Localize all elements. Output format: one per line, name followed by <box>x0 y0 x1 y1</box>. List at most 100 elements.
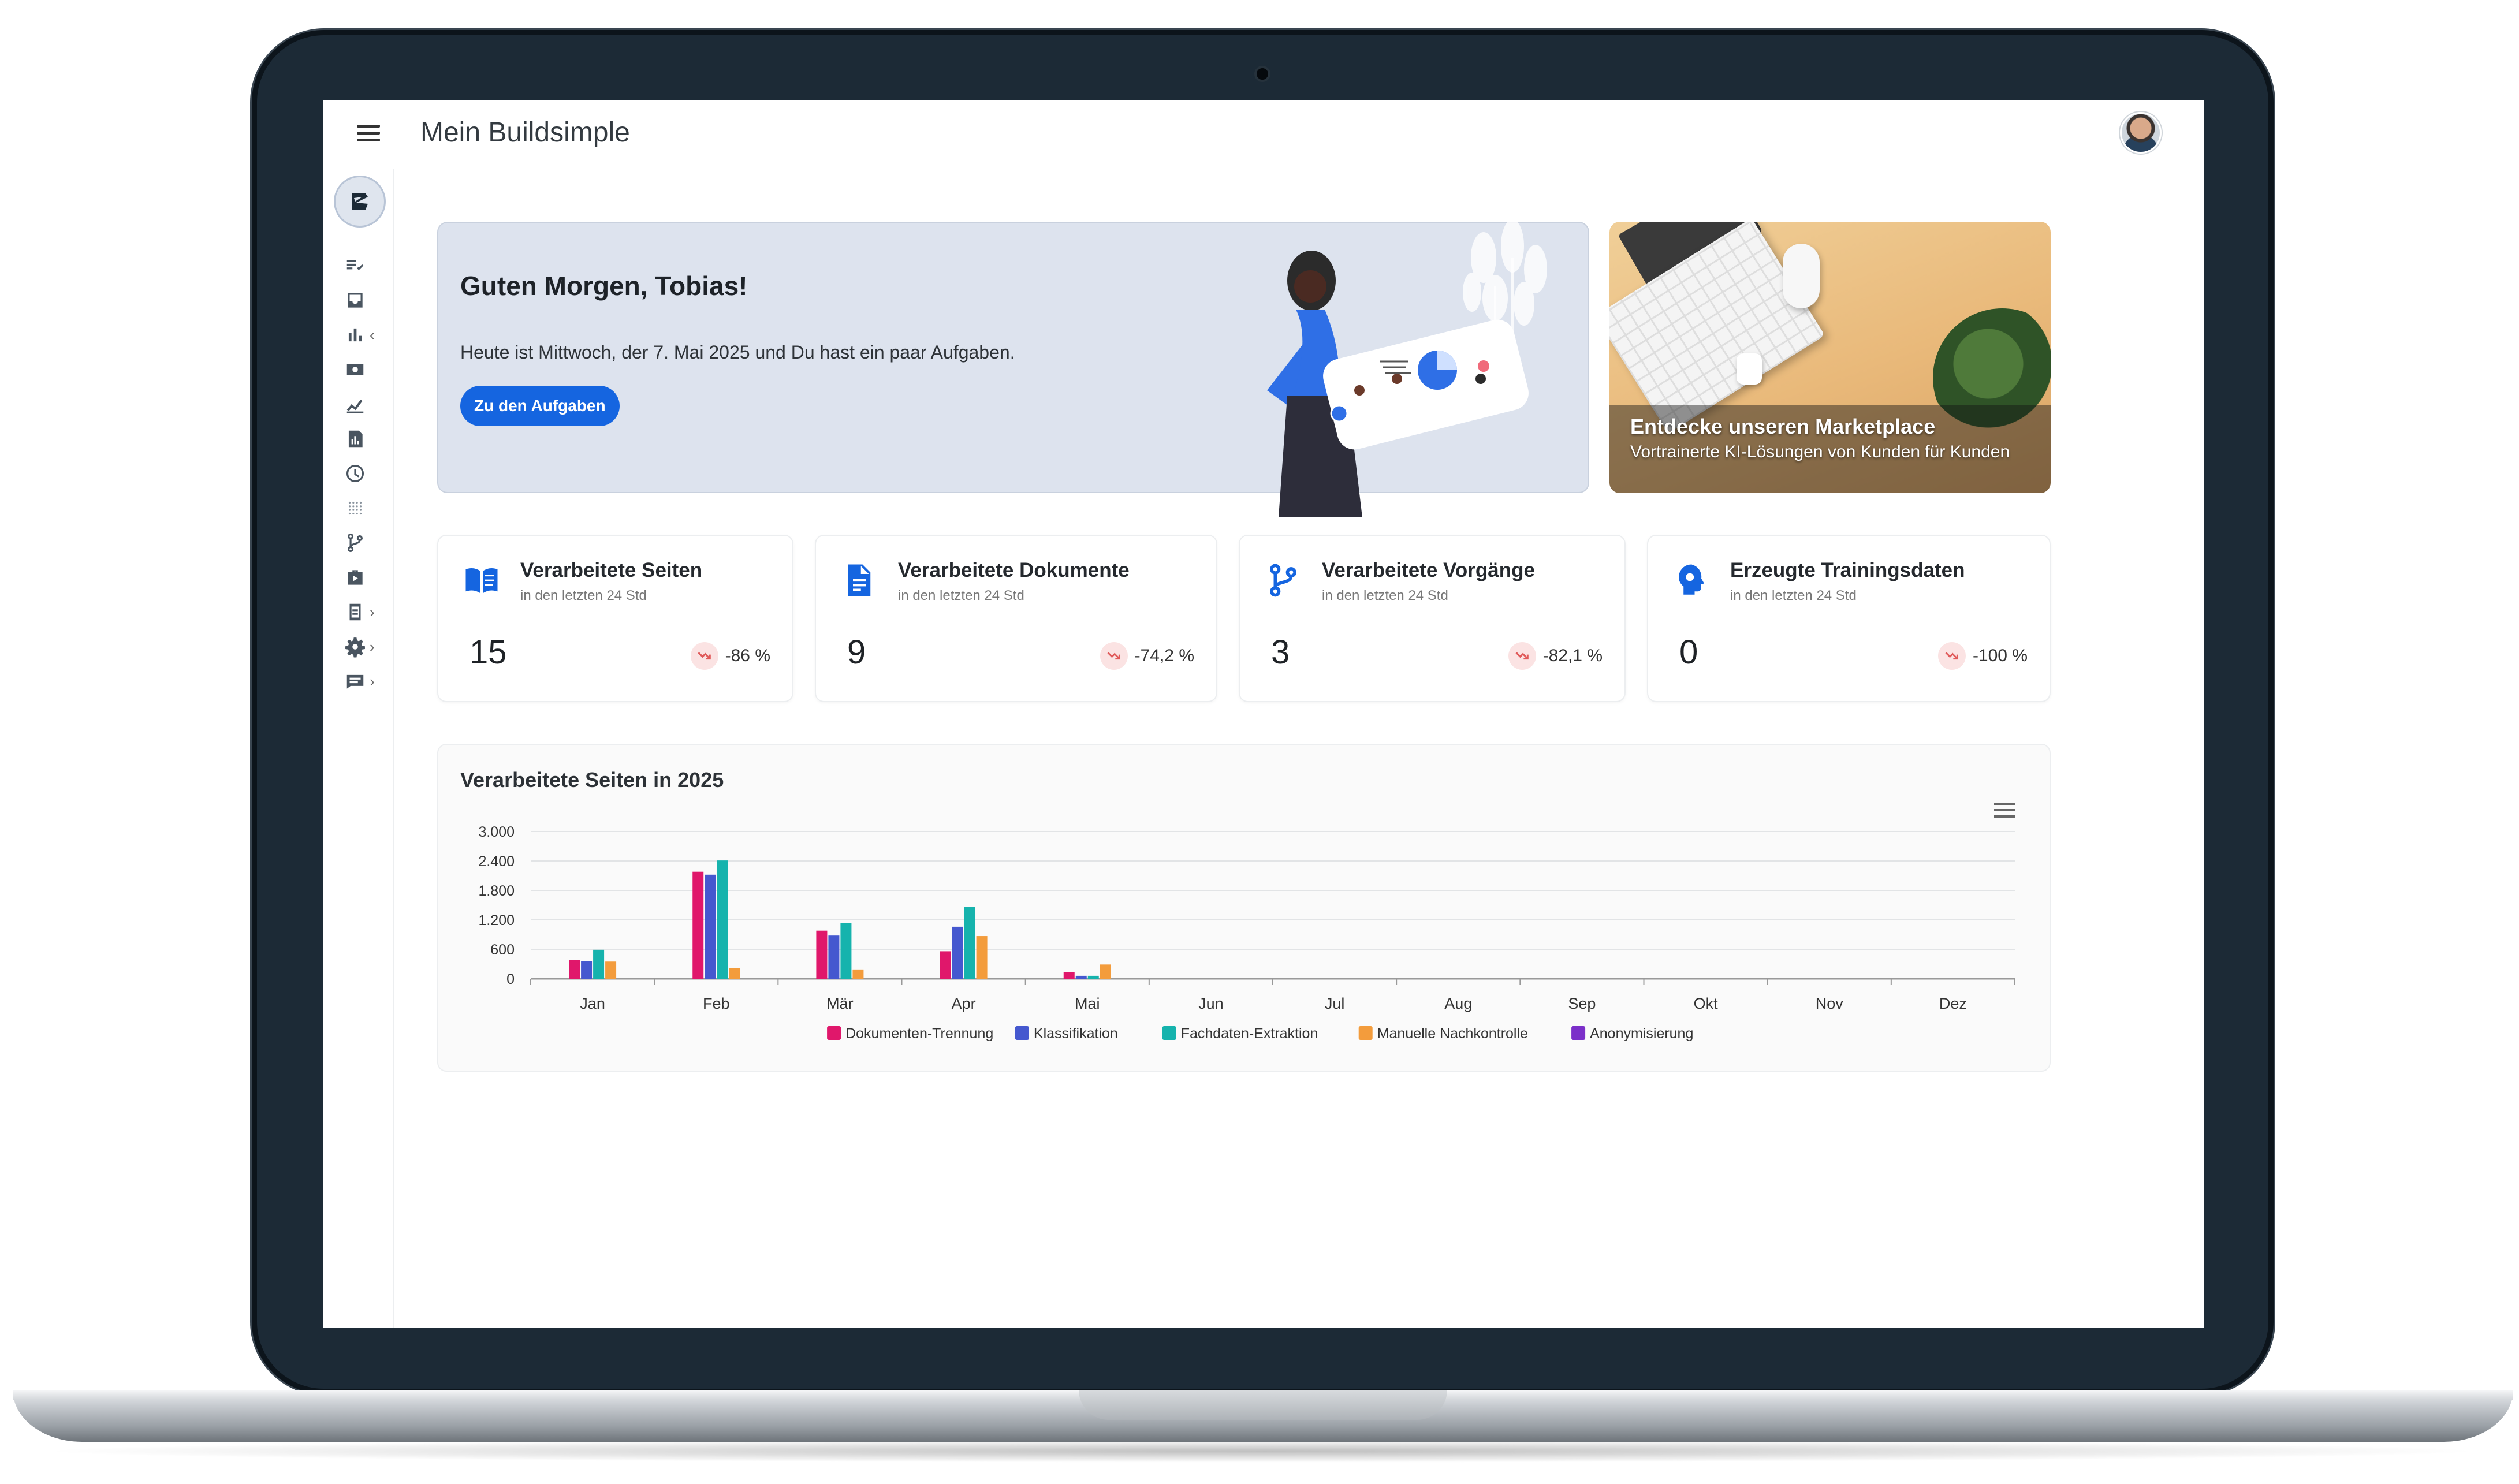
greeting-title: Guten Morgen, Tobias! <box>460 271 748 301</box>
side-navigation: ‹ › › › <box>323 169 394 1328</box>
chart-bar <box>940 951 951 979</box>
chart-bar <box>593 949 605 979</box>
x-tick-label: Okt <box>1694 995 1719 1012</box>
chart-bar <box>581 961 593 979</box>
stat-value: 3 <box>1271 633 1290 671</box>
bar-chart-icon <box>348 328 362 342</box>
sidebar-item-workflows[interactable] <box>344 525 390 560</box>
x-tick-label: Mai <box>1075 995 1100 1012</box>
stat-card-training-data: Erzeugte Trainingsdaten in den letzten 2… <box>1647 535 2051 702</box>
greeting-text: Heute ist Mittwoch, der 7. Mai 2025 und … <box>460 342 1015 363</box>
brain-icon <box>1679 564 1704 595</box>
report-icon <box>348 430 363 448</box>
marketplace-subtitle: Vortrainerte KI-Lösungen von Kunden für … <box>1630 442 2010 461</box>
stat-title: Verarbeitete Vorgänge <box>1322 559 1535 581</box>
stat-trend-value: -86 % <box>725 646 770 665</box>
marketplace-banner[interactable]: Entdecke unseren Marketplace Vortrainert… <box>1609 222 2051 493</box>
stat-value: 0 <box>1679 633 1698 671</box>
chart-bar <box>692 871 704 979</box>
trending-down-icon <box>1100 642 1128 670</box>
x-tick-label: Jun <box>1198 995 1224 1012</box>
chart-card: Verarbeitete Seiten in 2025 0 600 1.200 1.8… <box>437 744 2051 1072</box>
sidebar-item-trends[interactable] <box>344 387 390 422</box>
sidebar-item-marketplace[interactable] <box>344 560 390 595</box>
chart-bar <box>840 923 852 979</box>
stat-title: Verarbeitete Dokumente <box>898 559 1130 581</box>
device-icon <box>349 603 361 621</box>
sidebar-item-integrations[interactable]: › <box>344 595 390 629</box>
chevron-right-icon: › <box>370 637 375 655</box>
mouse-photo <box>1783 244 1820 308</box>
x-tick-label: Feb <box>703 995 730 1012</box>
chart-bar <box>717 860 728 979</box>
stat-subtitle: in den letzten 24 Std <box>898 588 1024 603</box>
stat-subtitle: in den letzten 24 Std <box>1730 588 1857 603</box>
x-tick-label: Jul <box>1325 995 1345 1012</box>
chart-bar <box>816 930 828 979</box>
bar-chart: 0 600 1.200 1.800 2.400 3.000 Jan Feb Mär Apr Mai J… <box>478 824 2015 1042</box>
x-tick-label: Mär <box>826 995 854 1012</box>
stat-card-processes: Verarbeitete Vorgänge in den letzten 24 … <box>1239 535 1626 702</box>
x-tick-label: Apr <box>952 995 976 1012</box>
stat-subtitle: in den letzten 24 Std <box>520 588 647 603</box>
briefcase-icon <box>348 570 363 585</box>
chart-bar <box>964 907 975 979</box>
stat-value: 15 <box>469 633 507 671</box>
chart-title: Verarbeitete Seiten in 2025 <box>460 768 724 792</box>
stat-subtitle: in den letzten 24 Std <box>1322 588 1448 603</box>
chart-bar <box>729 968 740 979</box>
stat-card-documents: Verarbeitete Dokumente in den letzten 24… <box>815 535 1217 702</box>
legend-swatch <box>1571 1026 1586 1040</box>
sidebar-item-tasks[interactable] <box>344 248 390 283</box>
stat-title: Erzeugte Trainingsdaten <box>1730 559 1965 581</box>
screen: Mein Buildsimple ‹ › › › Guten Morgen, T… <box>323 100 2204 1328</box>
sidebar-item-billing[interactable] <box>344 352 390 387</box>
branch-icon <box>348 533 363 553</box>
chevron-right-icon: › <box>370 603 375 621</box>
trend-icon <box>346 400 364 413</box>
chart-bar <box>852 969 864 979</box>
sidebar-item-analytics[interactable]: ‹ <box>344 318 390 352</box>
grid-icon <box>348 501 362 515</box>
sidebar-item-messages[interactable]: › <box>344 664 390 699</box>
trending-down-icon <box>1508 642 1536 670</box>
gear-icon <box>345 637 365 658</box>
money-icon <box>346 364 364 375</box>
app-title: Mein Buildsimple <box>420 117 630 148</box>
earbuds-photo <box>1737 353 1762 385</box>
stat-trend-value: -74,2 % <box>1134 646 1194 665</box>
trending-down-icon <box>690 642 718 670</box>
chart-bar <box>1100 964 1111 979</box>
chart-bar <box>569 960 580 979</box>
checklist-icon <box>346 260 364 270</box>
sidebar-item-history[interactable] <box>344 456 390 491</box>
chart-bar <box>1087 975 1099 979</box>
tasks-button[interactable]: Zu den Aufgaben <box>460 386 620 426</box>
sidebar-item-settings[interactable]: › <box>344 629 390 664</box>
y-tick-label: 1.800 <box>478 883 515 899</box>
stat-trend: -82,1 % <box>1508 642 1603 670</box>
chart-bar <box>1063 972 1075 979</box>
legend-swatch <box>1162 1026 1176 1040</box>
laptop-shadow <box>35 1440 2489 1463</box>
buildsimple-logo-icon[interactable] <box>334 176 386 228</box>
stat-card-pages: Verarbeitete Seiten in den letzten 24 St… <box>437 535 793 702</box>
chart-bar <box>605 961 617 979</box>
stat-value: 9 <box>847 633 866 671</box>
legend-label: Klassifikation <box>1034 1026 1118 1042</box>
sidebar-item-reports[interactable] <box>344 422 390 456</box>
document-icon <box>848 564 871 596</box>
menu-icon[interactable] <box>357 125 380 142</box>
x-tick-label: Nov <box>1816 995 1844 1012</box>
sidebar-item-grid[interactable] <box>344 491 390 525</box>
legend-label: Dokumenten-Trennung <box>845 1026 993 1042</box>
chart-bar <box>828 935 840 979</box>
stat-trend-value: -100 % <box>1972 646 2028 665</box>
trending-down-icon <box>1937 642 1966 670</box>
legend-swatch <box>1015 1026 1029 1040</box>
stat-title: Verarbeitete Seiten <box>520 559 703 581</box>
avatar[interactable] <box>2120 112 2162 154</box>
main-content: Guten Morgen, Tobias! Heute ist Mittwoch… <box>394 169 2204 1328</box>
sidebar-item-inbox[interactable] <box>344 283 390 318</box>
webcam-icon <box>1254 66 1270 82</box>
